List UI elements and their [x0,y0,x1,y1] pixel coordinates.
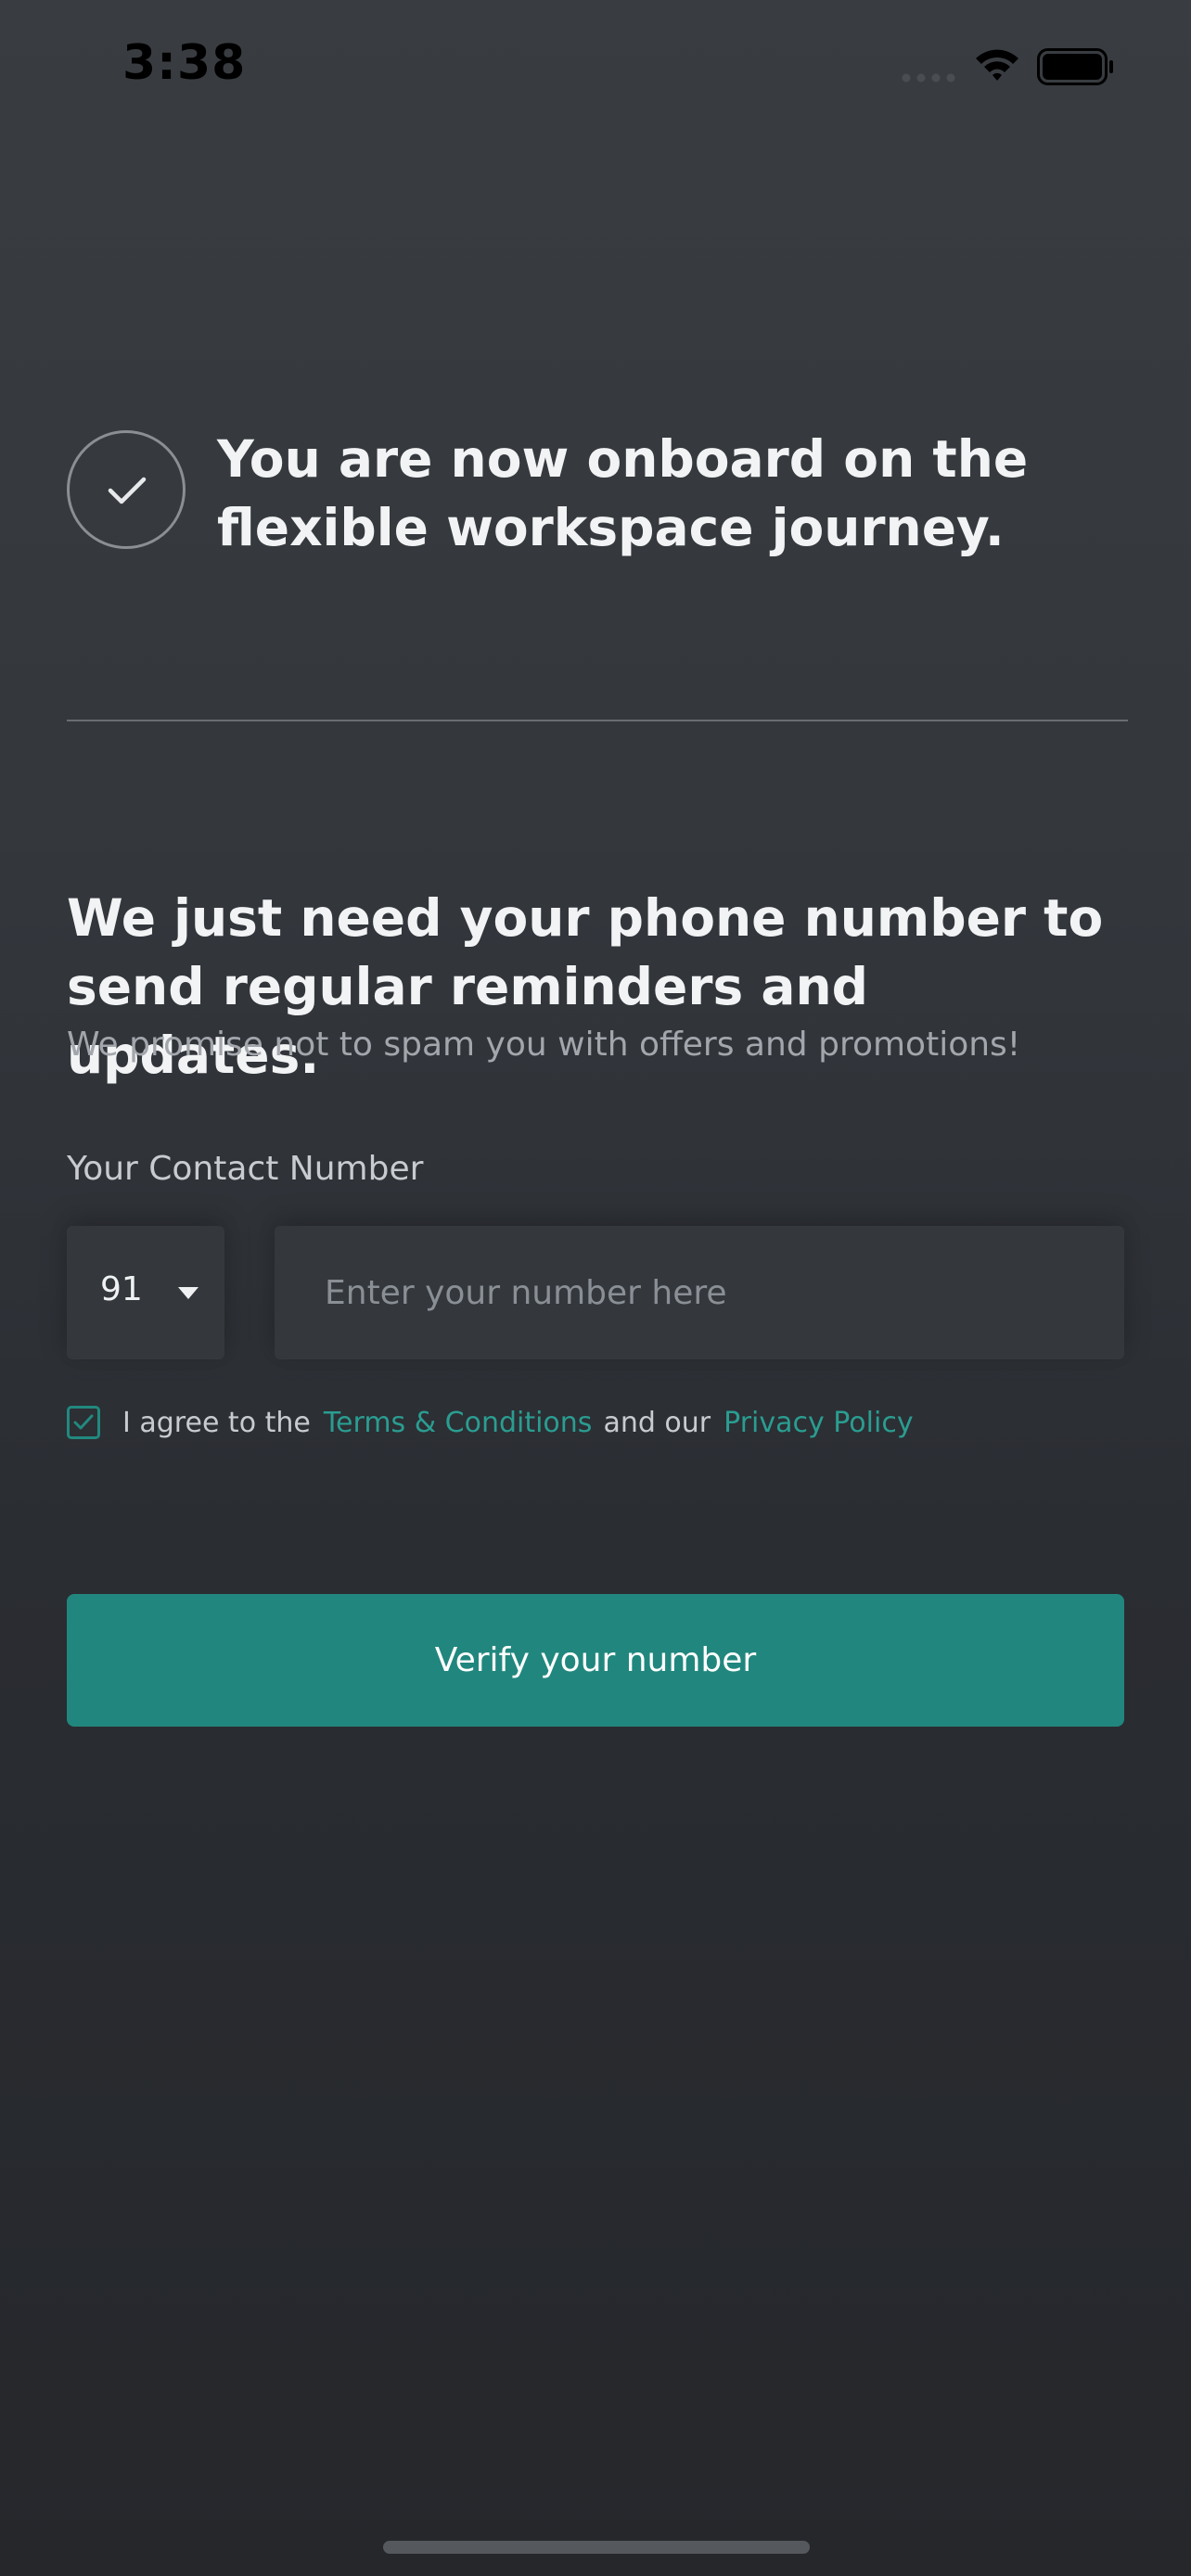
privacy-policy-link[interactable]: Privacy Policy [724,1407,913,1439]
checkmark-icon [73,1414,94,1430]
agree-middle-text: and our [603,1406,711,1439]
battery-icon [1037,48,1113,85]
section-divider [67,720,1128,721]
country-code-value: 91 [100,1270,143,1308]
contact-number-label: Your Contact Number [67,1150,424,1188]
status-time: 3:38 [122,35,247,91]
agreement-row: I agree to the Terms & Conditions and ou… [67,1404,914,1441]
phone-subheading: We promise not to spam you with offers a… [67,1026,1021,1064]
signal-icon [902,73,955,83]
agree-checkbox[interactable] [67,1406,100,1439]
country-code-select[interactable]: 91 [67,1226,224,1359]
onboard-title: You are now onboard on the flexible work… [217,429,1029,557]
success-badge [67,430,186,549]
home-indicator[interactable] [383,2541,810,2554]
status-bar: 3:38 [0,0,1191,139]
caret-down-icon [178,1287,198,1299]
agree-prefix-text: I agree to the [122,1406,311,1439]
wifi-icon [976,49,1018,81]
verify-number-button[interactable]: Verify your number [67,1594,1124,1727]
terms-link[interactable]: Terms & Conditions [324,1407,593,1439]
phone-number-input[interactable] [275,1226,1124,1359]
check-icon [108,477,147,504]
